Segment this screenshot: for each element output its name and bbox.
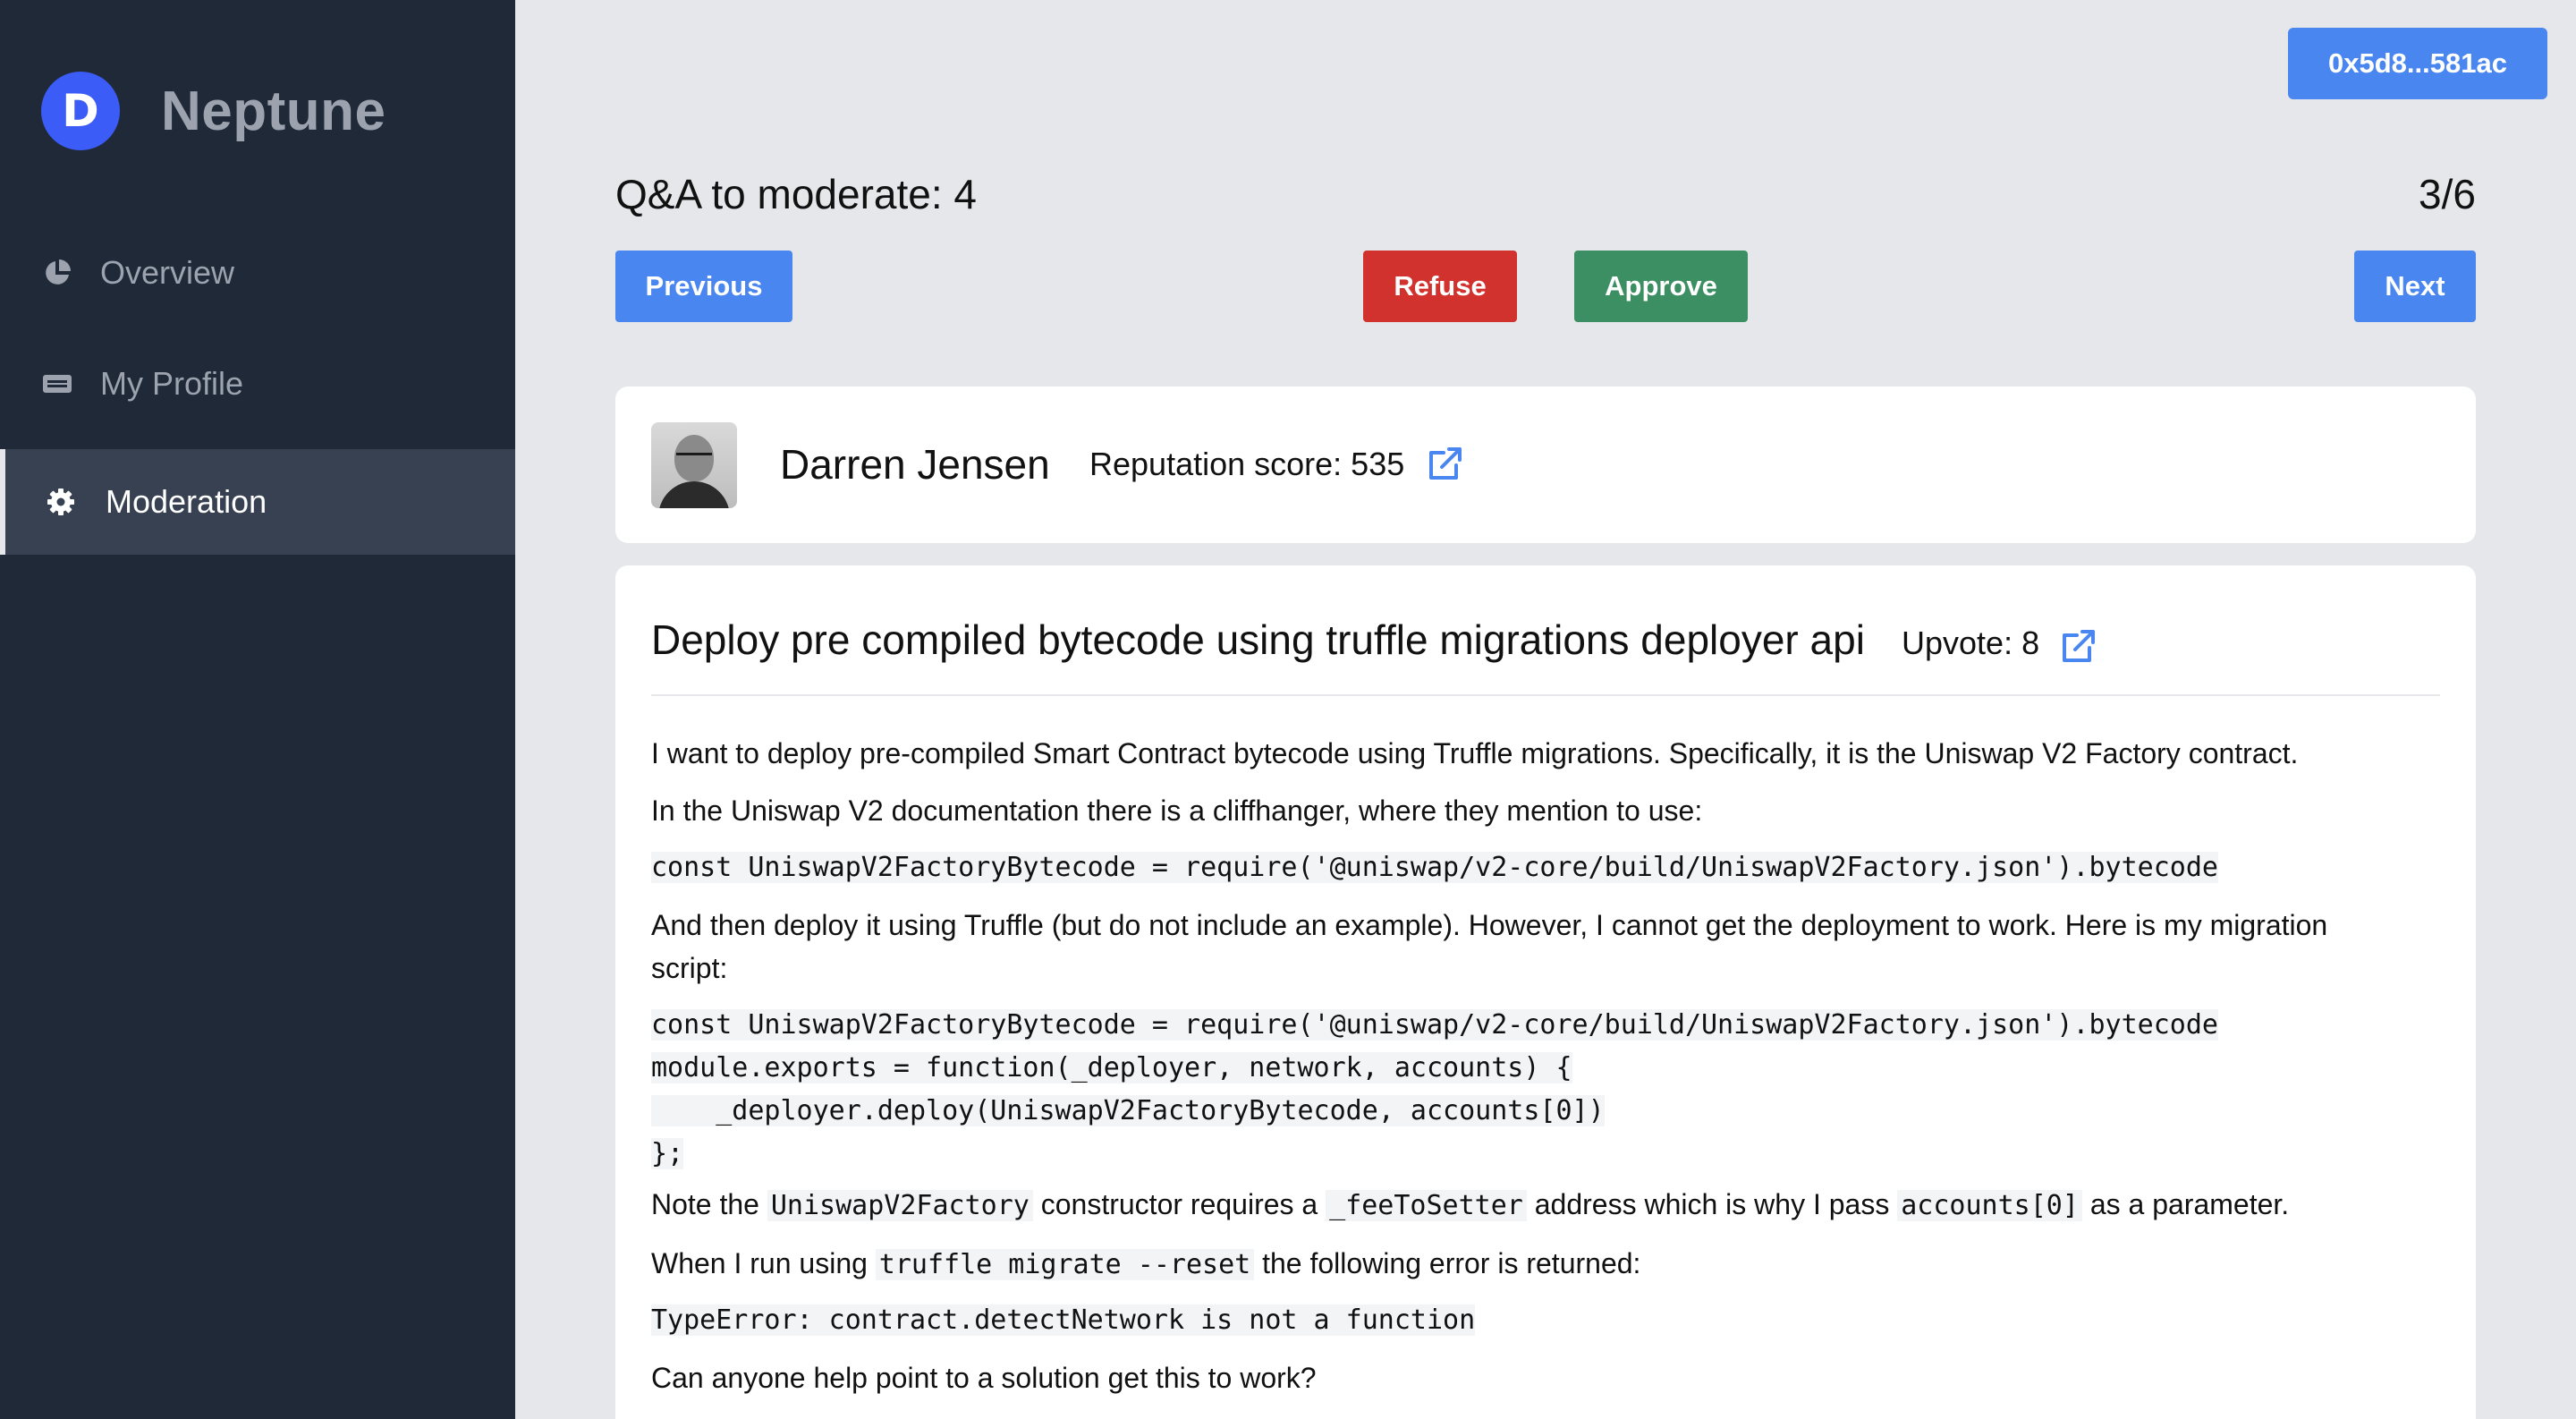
- sidebar-item-label: Overview: [100, 254, 235, 291]
- question-paragraph: In the Uniswap V2 documentation there is…: [651, 794, 1703, 827]
- external-link-icon[interactable]: [2059, 626, 2098, 666]
- question-paragraph: Can anyone help point to a solution get …: [651, 1362, 1317, 1394]
- approve-button[interactable]: Approve: [1574, 251, 1748, 322]
- code-block: TypeError: contract.detectNetwork is not…: [651, 1299, 1476, 1342]
- divider: [651, 694, 2440, 696]
- sidebar-item-label: Moderation: [106, 483, 267, 520]
- external-link-icon[interactable]: [1426, 444, 1465, 483]
- question-card: Deploy pre compiled bytecode using truff…: [615, 565, 2476, 1419]
- pagination-counter: 3/6: [2419, 171, 2476, 217]
- sidebar: D Neptune Overview My Profile Moderation: [0, 0, 515, 1419]
- question-paragraph: And then deploy it using Truffle (but do…: [651, 909, 2328, 941]
- sidebar-item-label: My Profile: [100, 365, 244, 402]
- avatar: [651, 422, 737, 508]
- code-line: TypeError: contract.detectNetwork is not…: [651, 1304, 1476, 1336]
- question-title: Deploy pre compiled bytecode using truff…: [651, 616, 1865, 663]
- reputation-score: Reputation score: 535: [1089, 446, 1405, 482]
- page-title: Q&A to moderate: 4: [615, 171, 978, 217]
- sidebar-item-my-profile[interactable]: My Profile: [0, 331, 515, 437]
- inline-code: truffle migrate --reset: [875, 1249, 1255, 1280]
- pie-chart-icon: [41, 257, 73, 289]
- question-paragraph: When I run using truffle migrate --reset…: [651, 1247, 1641, 1280]
- sidebar-item-overview[interactable]: Overview: [0, 220, 515, 326]
- refuse-button[interactable]: Refuse: [1363, 251, 1517, 322]
- code-line: const UniswapV2FactoryBytecode = require…: [651, 1009, 2218, 1041]
- inline-code: _feeToSetter: [1326, 1190, 1527, 1221]
- next-button[interactable]: Next: [2354, 251, 2476, 322]
- code-line: module.exports = function(_deployer, net…: [651, 1052, 1572, 1083]
- question-paragraph: script:: [651, 952, 728, 984]
- brand[interactable]: D Neptune: [41, 72, 386, 150]
- sidebar-item-moderation[interactable]: Moderation: [0, 449, 515, 555]
- brand-logo: D: [41, 72, 120, 150]
- code-block: const UniswapV2FactoryBytecode = require…: [651, 1004, 2218, 1176]
- inline-code: UniswapV2Factory: [767, 1190, 1033, 1221]
- wallet-address-button[interactable]: 0x5d8...581ac: [2288, 28, 2547, 99]
- id-card-icon: [41, 368, 73, 400]
- question-paragraph: I want to deploy pre-compiled Smart Cont…: [651, 737, 2299, 769]
- previous-button[interactable]: Previous: [615, 251, 792, 322]
- code-block: const UniswapV2FactoryBytecode = require…: [651, 846, 2218, 889]
- question-paragraph: Note the UniswapV2Factory constructor re…: [651, 1188, 2290, 1221]
- upvote-count: Upvote: 8: [1902, 625, 2040, 661]
- code-line: };: [651, 1138, 684, 1169]
- code-line: _deployer.deploy(UniswapV2FactoryBytecod…: [651, 1095, 1605, 1126]
- code-line: const UniswapV2FactoryBytecode = require…: [651, 852, 2218, 883]
- inline-code: accounts[0]: [1897, 1190, 2082, 1221]
- author-name: Darren Jensen: [780, 441, 1050, 488]
- gear-icon: [45, 486, 77, 518]
- brand-name: Neptune: [161, 80, 386, 142]
- author-card: Darren Jensen Reputation score: 535: [615, 387, 2476, 543]
